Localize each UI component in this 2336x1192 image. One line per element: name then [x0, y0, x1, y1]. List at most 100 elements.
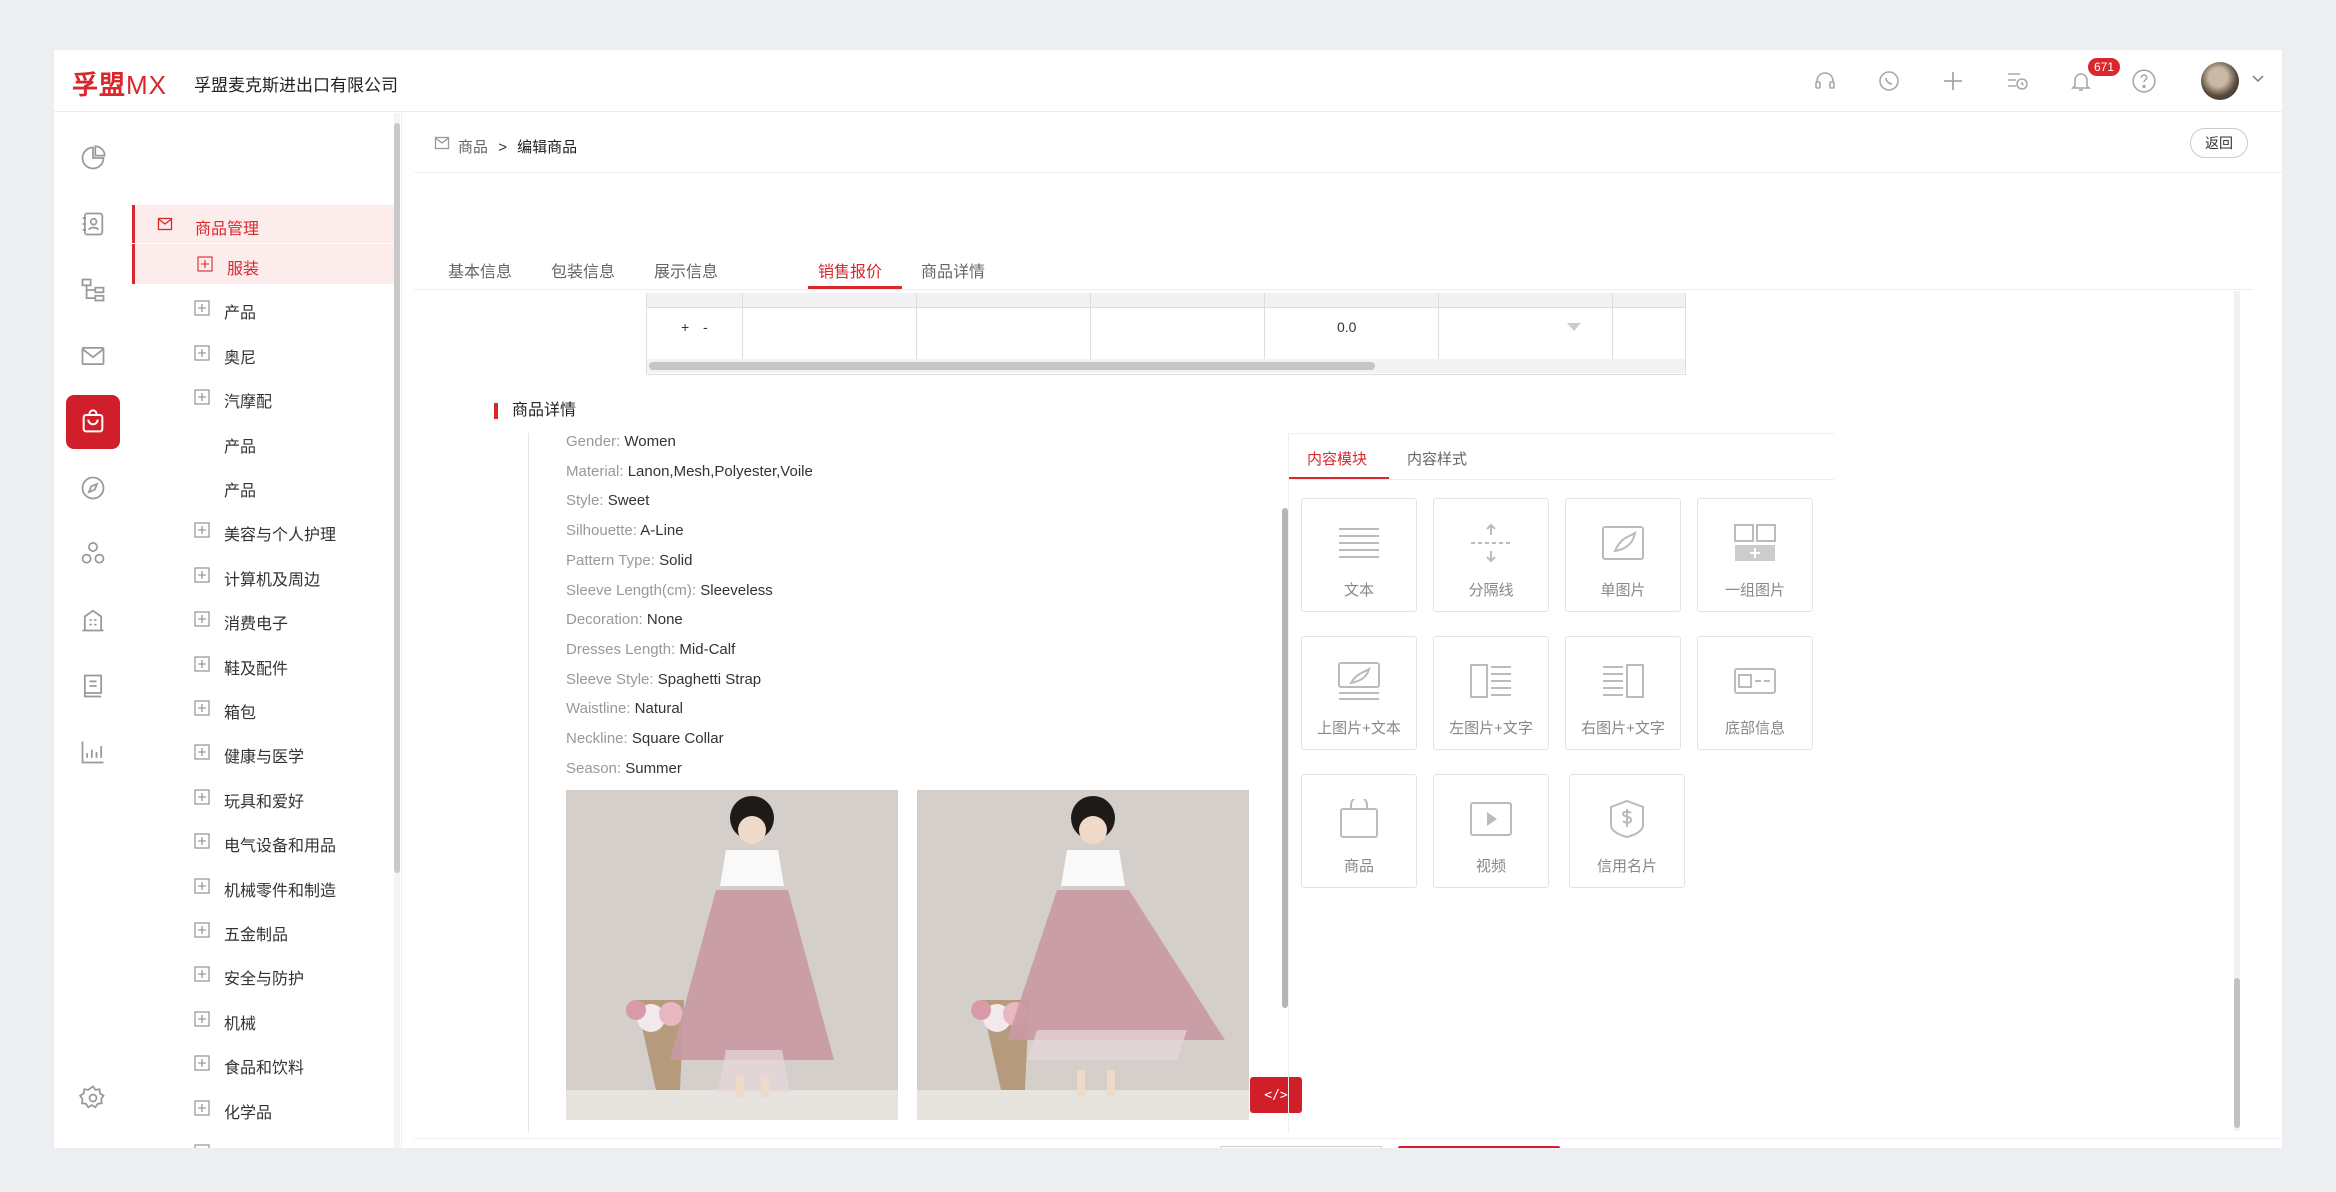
sidebar-item-7[interactable]: 计算机及周边	[132, 555, 394, 595]
history-icon[interactable]	[2002, 66, 2032, 96]
expand-plus-icon[interactable]	[194, 300, 210, 316]
expand-plus-icon[interactable]	[194, 833, 210, 849]
sidebar-item-6[interactable]: 美容与个人护理	[132, 510, 394, 550]
category-scrollbar-thumb[interactable]	[394, 123, 400, 873]
sidebar-item-5[interactable]: 产品	[132, 466, 394, 506]
sidebar-item-label: 安全与防护	[224, 971, 305, 989]
attribute-value: Spaghetti Strap	[657, 670, 762, 688]
org-tree-icon[interactable]	[66, 263, 120, 317]
cancel-button[interactable]: 取消	[1220, 1146, 1382, 1148]
remove-row-button[interactable]: -	[703, 319, 708, 335]
module-text[interactable]: 文本	[1301, 498, 1417, 612]
table-scrollbar-thumb[interactable]	[649, 362, 1375, 370]
expand-plus-icon[interactable]	[194, 611, 210, 627]
expand-plus-icon[interactable]	[194, 656, 210, 672]
mail-icon[interactable]	[66, 329, 120, 383]
module-image[interactable]: 单图片	[1565, 498, 1681, 612]
expand-plus-icon[interactable]	[194, 1055, 210, 1071]
contacts-icon[interactable]	[66, 197, 120, 251]
attribute-key: Silhouette:	[566, 522, 637, 540]
module-divider[interactable]: 分隔线	[1433, 498, 1549, 612]
chevron-down-icon[interactable]	[2250, 70, 2266, 91]
rich-editor[interactable]: Gender: Women Material: Lanon,Mesh,Polyes…	[528, 433, 1284, 1133]
shapes-icon[interactable]	[66, 527, 120, 581]
expand-plus-icon[interactable]	[197, 256, 213, 272]
sidebar-item-3[interactable]: 汽摩配	[132, 377, 394, 417]
headset-icon[interactable]	[1810, 66, 1840, 96]
tab-content-styles[interactable]: 内容样式	[1407, 448, 1467, 469]
tab-display-info[interactable]: 展示信息	[654, 258, 718, 282]
expand-plus-icon[interactable]	[194, 744, 210, 760]
help-icon[interactable]	[2129, 66, 2159, 96]
sidebar-item-20[interactable]: 家具	[132, 1132, 394, 1148]
sidebar-item-15[interactable]: 五金制品	[132, 910, 394, 950]
module-label: 信用名片	[1596, 858, 1657, 875]
sidebar-item-13[interactable]: 电气设备和用品	[132, 821, 394, 861]
compass-icon[interactable]	[66, 461, 120, 515]
expand-plus-icon[interactable]	[194, 345, 210, 361]
back-button[interactable]: 返回	[2190, 128, 2248, 158]
expand-plus-icon[interactable]	[194, 789, 210, 805]
product-photo-1[interactable]	[566, 790, 898, 1120]
sidebar-item-4[interactable]: 产品	[132, 422, 394, 462]
tab-product-details[interactable]: 商品详情	[921, 258, 985, 282]
sidebar-item-9[interactable]: 鞋及配件	[132, 644, 394, 684]
save-button[interactable]: 保存	[1398, 1146, 1560, 1148]
sidebar-item-18[interactable]: 食品和饮料	[132, 1043, 394, 1083]
caret-down-icon[interactable]	[1567, 323, 1581, 331]
sidebar-item-14[interactable]: 机械零件和制造	[132, 866, 394, 906]
chart-icon[interactable]	[66, 725, 120, 779]
expand-plus-icon[interactable]	[194, 700, 210, 716]
module-video[interactable]: 视频	[1433, 774, 1549, 888]
sidebar-item-12[interactable]: 玩具和爱好	[132, 777, 394, 817]
sidebar-item-10[interactable]: 箱包	[132, 688, 394, 728]
box-icon	[157, 217, 173, 231]
settings-icon[interactable]	[66, 1071, 120, 1125]
shopping-bag-icon[interactable]	[66, 395, 120, 449]
expand-plus-icon[interactable]	[194, 389, 210, 405]
expand-plus-icon[interactable]	[194, 567, 210, 583]
category-header[interactable]: 商品管理	[132, 205, 394, 243]
expand-plus-icon[interactable]	[194, 522, 210, 538]
dashboard-icon[interactable]	[66, 131, 120, 185]
product-photo-2[interactable]	[917, 790, 1249, 1120]
expand-plus-icon[interactable]	[194, 966, 210, 982]
module-image-right-text[interactable]: 右图片+文字	[1565, 636, 1681, 750]
module-image-left-text[interactable]: 左图片+文字	[1433, 636, 1549, 750]
attribute-value: A-Line	[640, 522, 684, 540]
module-label: 上图片+文本	[1317, 720, 1401, 737]
module-image-top-text[interactable]: 上图片+文本	[1301, 636, 1417, 750]
module-footer-info[interactable]: 底部信息	[1697, 636, 1813, 750]
sidebar-item-8[interactable]: 消费电子	[132, 599, 394, 639]
sidebar-item-16[interactable]: 安全与防护	[132, 954, 394, 994]
main-scrollbar-thumb[interactable]	[2234, 978, 2240, 1128]
sidebar-item-1[interactable]: 产品	[132, 288, 394, 328]
sidebar-item-0[interactable]: 服装	[132, 244, 394, 284]
tab-packaging-info[interactable]: 包装信息	[551, 258, 615, 282]
sidebar-item-17[interactable]: 机械	[132, 999, 394, 1039]
building-icon[interactable]	[66, 593, 120, 647]
plus-icon[interactable]	[1938, 66, 1968, 96]
expand-plus-icon[interactable]	[194, 1144, 210, 1148]
sidebar-item-19[interactable]: 化学品	[132, 1088, 394, 1128]
expand-plus-icon[interactable]	[194, 1100, 210, 1116]
expand-plus-icon[interactable]	[194, 878, 210, 894]
category-header-label: 商品管理	[195, 221, 260, 238]
tab-basic-info[interactable]: 基本信息	[448, 258, 512, 282]
module-product-bag[interactable]: 商品	[1301, 774, 1417, 888]
purchase-price-value[interactable]: 0.0	[1337, 319, 1356, 335]
expand-plus-icon[interactable]	[194, 922, 210, 938]
whatsapp-icon[interactable]	[1874, 66, 1904, 96]
sidebar-item-11[interactable]: 健康与医学	[132, 732, 394, 772]
sidebar-item-2[interactable]: 奥尼	[132, 333, 394, 373]
expand-plus-icon[interactable]	[194, 1011, 210, 1027]
tab-content-modules[interactable]: 内容模块	[1307, 448, 1367, 469]
book-icon[interactable]	[66, 659, 120, 713]
module-image-group[interactable]: 一组图片	[1697, 498, 1813, 612]
module-credit-card[interactable]: 信用名片	[1569, 774, 1685, 888]
logo[interactable]: 孚盟MX	[72, 65, 167, 102]
add-row-button[interactable]: +	[681, 319, 689, 335]
breadcrumb-root[interactable]: 商品	[458, 139, 488, 156]
avatar[interactable]	[2201, 62, 2239, 100]
tab-sales-quote[interactable]: 销售报价	[818, 258, 882, 282]
